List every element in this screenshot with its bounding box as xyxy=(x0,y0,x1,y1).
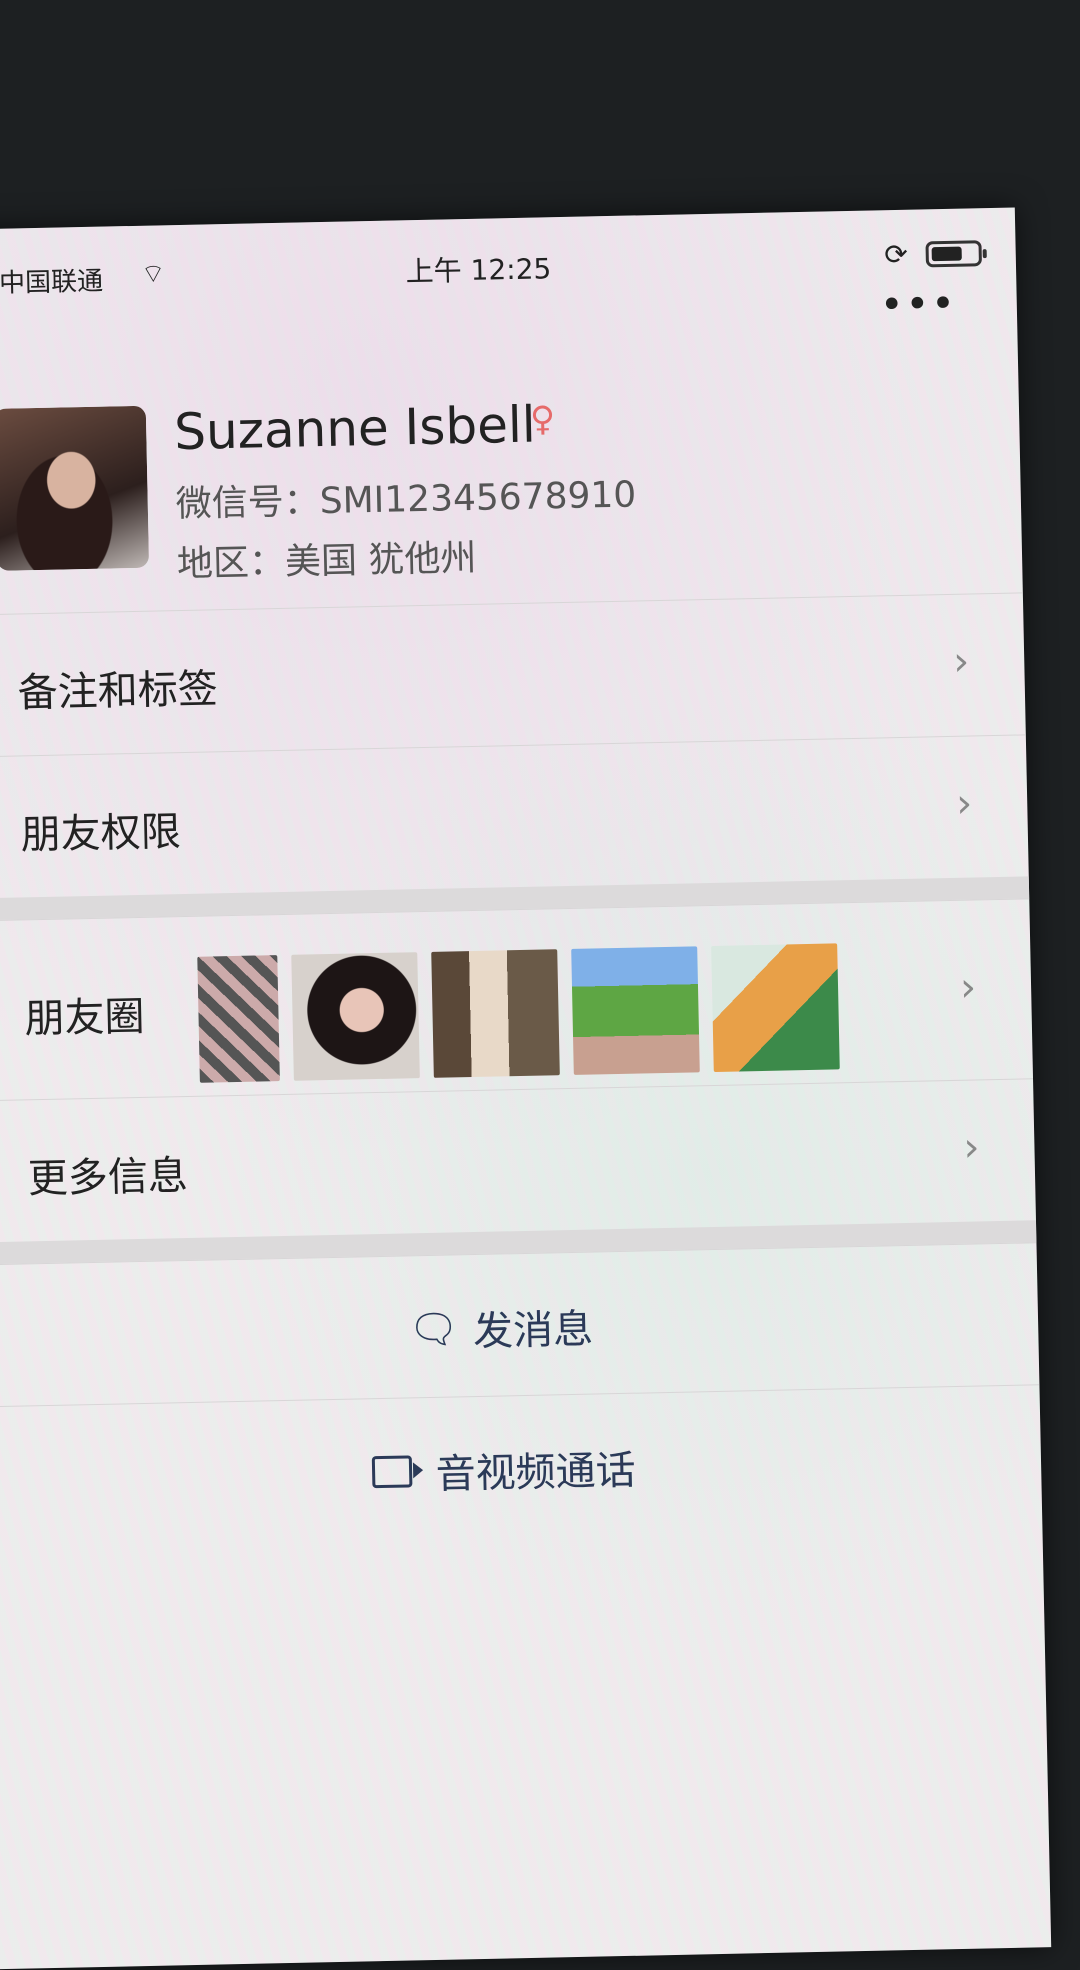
status-time: 上午 12:25 xyxy=(405,252,552,289)
more-button[interactable]: ••• xyxy=(880,281,958,329)
row-label: 备注和标签 xyxy=(17,666,219,717)
send-message-button[interactable]: 🗨 发消息 xyxy=(0,1242,1040,1408)
wechat-id: 微信号：SMI12345678910 xyxy=(175,474,637,526)
chevron-right-icon: › xyxy=(955,780,973,827)
row-remarks-tags[interactable]: 备注和标签 › xyxy=(0,592,1026,758)
phone-screen: 中国联通 ⌔ 上午 12:25 ⟳ ••• Suzanne Isbell ♀ 微… xyxy=(0,207,1052,1970)
meadow-photo xyxy=(571,946,700,1075)
send-message-label: 发消息 xyxy=(472,1306,594,1356)
region: 地区：美国 犹他州 xyxy=(176,537,477,586)
female-icon: ♀ xyxy=(529,399,556,440)
status-bar: 中国联通 ⌔ 上午 12:25 ⟳ xyxy=(0,229,1016,302)
row-label: 更多信息 xyxy=(27,1153,189,1203)
row-label: 朋友圈 xyxy=(24,993,146,1043)
row-more-info[interactable]: 更多信息 › xyxy=(0,1078,1036,1244)
video-call-label: 音视频通话 xyxy=(435,1447,637,1498)
moments-thumbnails xyxy=(197,943,840,1083)
chevron-right-icon: › xyxy=(959,964,977,1011)
display-name: Suzanne Isbell xyxy=(173,395,537,462)
avatar[interactable] xyxy=(0,405,150,571)
video-call-button[interactable]: 音视频通话 xyxy=(0,1384,1043,1550)
row-moments[interactable]: 朋友圈 › xyxy=(0,898,1034,1102)
drinks-photo xyxy=(711,943,840,1072)
battery-icon xyxy=(925,240,982,268)
chat-bubble-icon: 🗨 xyxy=(407,1305,460,1353)
battery-level xyxy=(931,246,962,262)
rotation-lock-icon: ⟳ xyxy=(883,237,909,272)
row-label: 朋友权限 xyxy=(20,809,182,859)
chevron-right-icon: › xyxy=(962,1124,980,1171)
photo-collage xyxy=(197,955,280,1083)
row-friend-permissions[interactable]: 朋友权限 › xyxy=(0,734,1029,900)
tree-photo xyxy=(431,949,560,1078)
video-camera-icon xyxy=(371,1455,412,1489)
chevron-right-icon: › xyxy=(952,638,970,685)
portrait-photo xyxy=(291,952,420,1081)
